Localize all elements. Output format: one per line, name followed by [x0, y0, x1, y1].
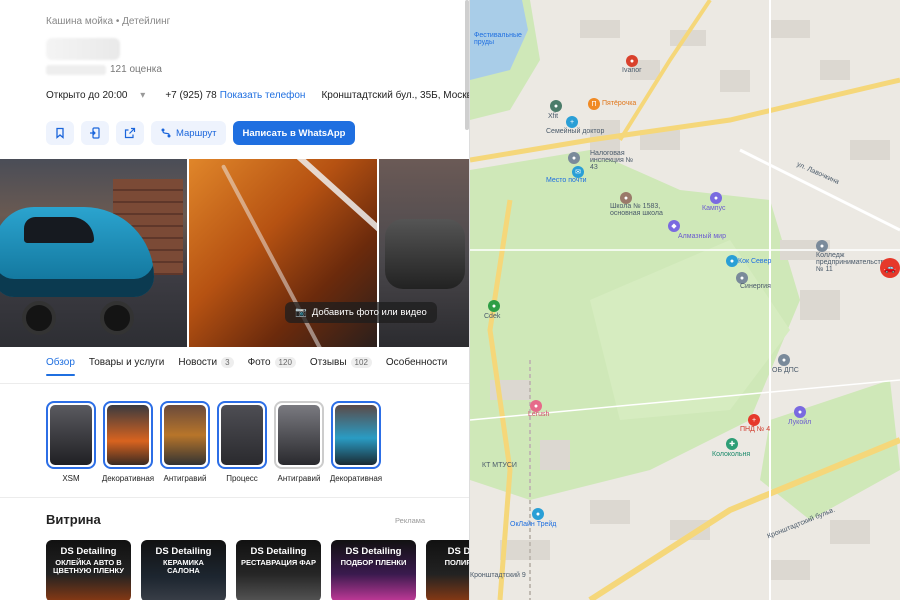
showcase-cards: DS Detailing ОКЛЕЙКА АВТО В ЦВЕТНУЮ ПЛЕНК… [46, 540, 469, 600]
showcase-card[interactable]: DS Detailing КЕРАМИКА САЛОНА [141, 540, 226, 600]
chevron-down-icon: ▾ [140, 90, 146, 101]
showcase-title: Витрина [46, 512, 101, 527]
map-label[interactable]: ПНД № 4 [740, 426, 770, 433]
photo-1[interactable] [0, 159, 187, 347]
map-label[interactable]: Место почти [546, 177, 587, 184]
clinic-pin-icon[interactable]: + [566, 116, 578, 128]
rating-stars-blurred [46, 64, 106, 75]
place-name-blurred [46, 38, 120, 60]
map-label[interactable]: Ivanor [622, 67, 641, 74]
campus-pin-icon[interactable]: ● [710, 192, 722, 204]
shop-pin-icon[interactable]: П [588, 98, 600, 110]
map-label[interactable]: ОкЛайн Трейд [510, 521, 556, 528]
church-pin-icon[interactable]: ✚ [726, 438, 738, 450]
map-label[interactable]: Синергия [740, 283, 771, 290]
photo-gallery: 📷 Добавить фото или видео [0, 159, 469, 347]
show-phone-link[interactable]: Показать телефон [220, 90, 306, 101]
selected-place-pin-icon[interactable]: 🚗 [880, 258, 900, 278]
fuel-pin-icon[interactable]: ● [794, 406, 806, 418]
showcase-card[interactable]: DS Detailing РЕСТАВРАЦИЯ ФАР [236, 540, 321, 600]
rating-count: 121 оценка [110, 64, 162, 75]
map-label[interactable]: Семейный доктор [546, 128, 604, 135]
tabs: Обзор Товары и услуги Новости 3 Фото 120 О… [46, 357, 447, 376]
stories-row: XSM Декоративная Антигравий Процесс Анти… [46, 401, 382, 483]
wheel-image [100, 301, 134, 335]
tab-count: 102 [350, 357, 372, 368]
story-item[interactable]: XSM [46, 401, 96, 483]
hours[interactable]: Открыто до 20:00 ▾ [46, 90, 155, 101]
store-pin-icon[interactable]: ● [726, 255, 738, 267]
wheel-image [22, 301, 56, 335]
college-pin-icon[interactable]: ● [816, 240, 828, 252]
scrollbar[interactable] [465, 0, 469, 130]
breadcrumb[interactable]: Кашина мойка • Детейлинг [46, 16, 170, 27]
tab-reviews[interactable]: Отзывы 102 [310, 357, 372, 376]
map-label[interactable]: Колокольня [712, 451, 750, 458]
map-label[interactable]: ОБ ДПС [772, 367, 799, 374]
tab-goods[interactable]: Товары и услуги [89, 357, 165, 376]
address[interactable]: Кронштадтский бул., 35Б, Москва [321, 90, 469, 101]
share-button[interactable] [116, 121, 144, 145]
tab-count: 3 [221, 357, 234, 368]
whatsapp-button[interactable]: Написать в WhatsApp [232, 121, 356, 145]
hospital-pin-icon[interactable]: + [748, 414, 760, 426]
tab-count: 120 [274, 357, 296, 368]
map-label[interactable]: Кронштадтский 9 [470, 572, 526, 579]
rating-row[interactable]: 121 оценка [46, 64, 162, 75]
story-item[interactable]: Антигравий [160, 401, 210, 483]
add-photo-label: Добавить фото или видео [311, 307, 427, 318]
map[interactable]: Фестивальные пруды ● Ivanor П Пятёрочка … [470, 0, 900, 600]
shop-pin-icon[interactable]: ● [532, 508, 544, 520]
send-to-phone-button[interactable] [81, 121, 109, 145]
ivanor-pin-icon[interactable]: ● [626, 55, 638, 67]
delivery-pin-icon[interactable]: ● [488, 300, 500, 312]
map-label[interactable]: Lerush [528, 411, 549, 418]
action-bar: Маршрут Написать в WhatsApp [46, 121, 356, 145]
showcase-card[interactable]: DS Detailing ПОДБОР ПЛЕНКИ [331, 540, 416, 600]
route-button[interactable]: Маршрут [151, 121, 226, 145]
map-label[interactable]: Налоговая инспекция № 43 [590, 150, 640, 171]
showcase-card[interactable]: DS DetailПОЛИРОВКА [426, 540, 469, 600]
map-label[interactable]: Школа № 1583, основная школа [610, 203, 666, 217]
tab-features[interactable]: Особенности [386, 357, 447, 376]
tab-photos[interactable]: Фото 120 [248, 357, 296, 376]
map-label[interactable]: Колледж предпринимательства № 11 [816, 252, 890, 273]
route-icon [161, 128, 171, 138]
add-photo-button[interactable]: 📷 Добавить фото или видео [285, 302, 437, 323]
police-pin-icon[interactable]: ● [778, 354, 790, 366]
phone-send-icon [90, 127, 100, 139]
story-item[interactable]: Декоративная [102, 401, 154, 483]
tab-news[interactable]: Новости 3 [178, 357, 234, 376]
divider [0, 497, 469, 498]
map-label[interactable]: Кампус [702, 205, 726, 212]
share-icon [124, 127, 136, 139]
tab-overview[interactable]: Обзор [46, 357, 75, 376]
map-label[interactable]: Кок Север [738, 258, 771, 265]
map-label[interactable]: Алмазный мир [678, 233, 726, 240]
bookmark-button[interactable] [46, 121, 74, 145]
place-panel: Кашина мойка • Детейлинг 121 оценка Откр… [0, 0, 470, 600]
showcase-card[interactable]: DS Detailing ОКЛЕЙКА АВТО В ЦВЕТНУЮ ПЛЕНК… [46, 540, 131, 600]
map-label[interactable]: КТ МТУСИ [482, 462, 517, 469]
divider [0, 383, 469, 384]
story-item[interactable]: Антигравий [274, 401, 324, 483]
route-label: Маршрут [176, 127, 217, 139]
map-label[interactable]: Xfit [548, 113, 558, 120]
map-label[interactable]: Cdek [484, 313, 500, 320]
camera-icon: 📷 [295, 307, 307, 318]
jewelry-pin-icon[interactable]: ◆ [668, 220, 680, 232]
map-label[interactable]: Фестивальные пруды [474, 32, 534, 46]
car-image [385, 219, 465, 289]
gov-pin-icon[interactable]: ● [568, 152, 580, 164]
story-item[interactable]: Процесс [217, 401, 267, 483]
bookmark-icon [56, 127, 64, 139]
gym-pin-icon[interactable]: ● [550, 100, 562, 112]
map-label[interactable]: Пятёрочка [602, 100, 636, 107]
ad-label: Реклама [395, 516, 426, 525]
map-label[interactable]: Лукойл [788, 419, 811, 426]
info-row: Открыто до 20:00 ▾ +7 (925) 78 Показать … [46, 90, 469, 101]
story-item[interactable]: Декоративная [330, 401, 382, 483]
phone: +7 (925) 78 [165, 90, 217, 101]
